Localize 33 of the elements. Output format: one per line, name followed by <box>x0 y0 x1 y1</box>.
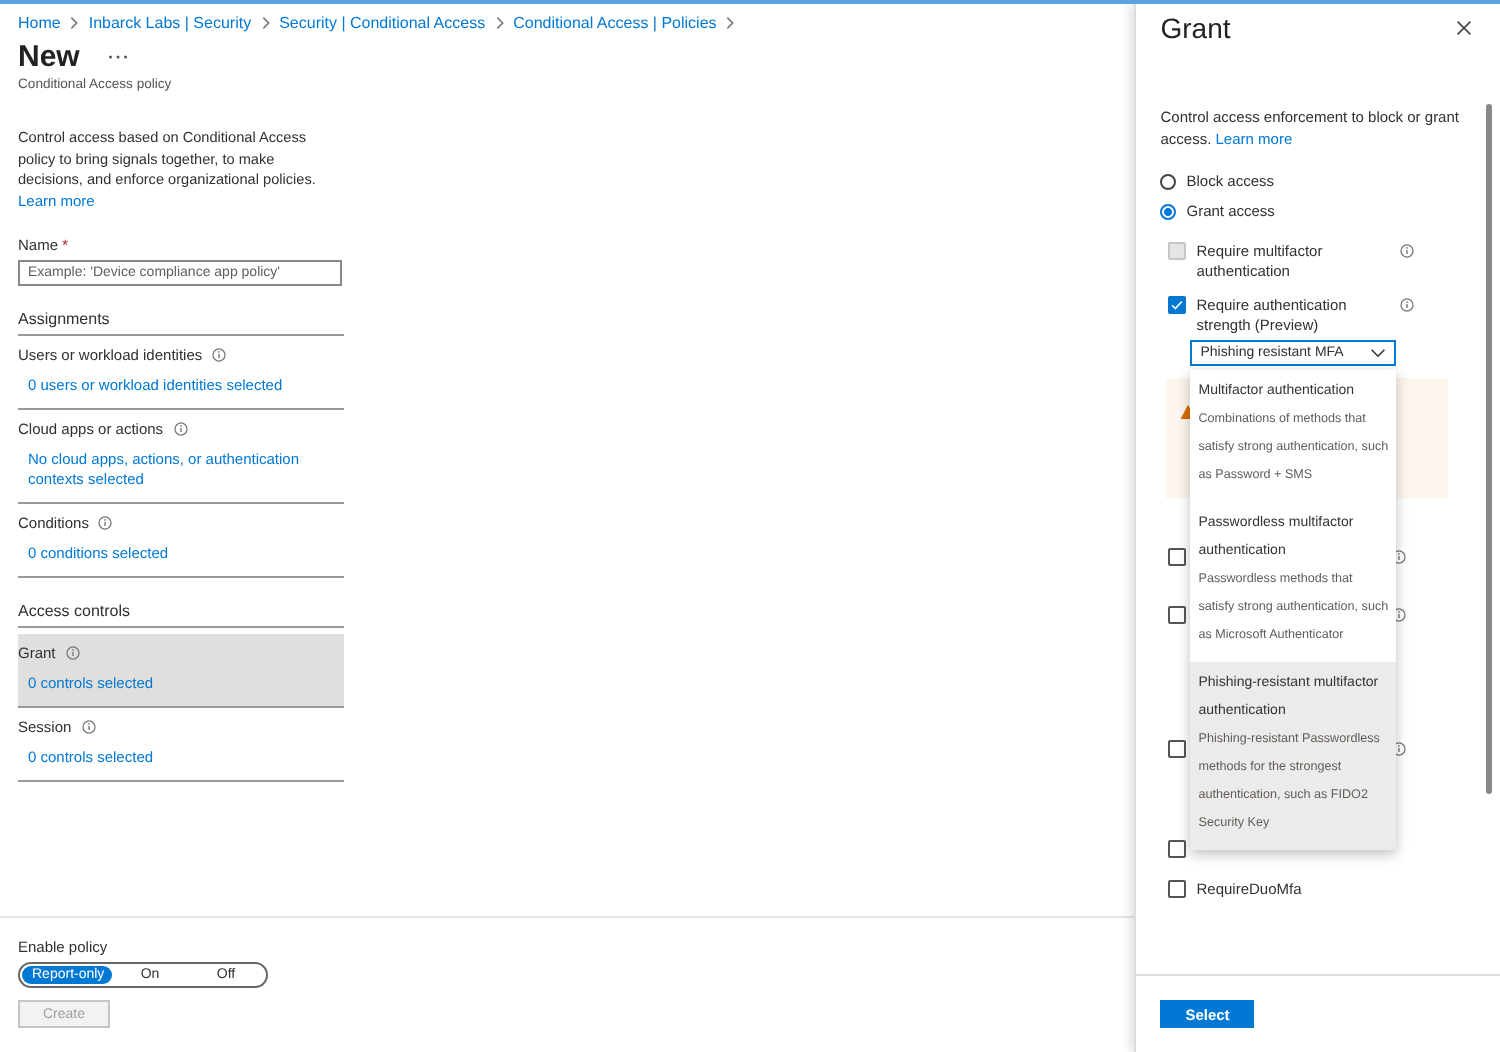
checkbox[interactable] <box>1168 740 1187 758</box>
checkbox[interactable] <box>1168 296 1187 314</box>
info-icon <box>1400 298 1415 312</box>
breadcrumb-link[interactable]: Conditional Access | Policies <box>513 14 717 32</box>
breadcrumb-link[interactable]: Inbarck Labs | Security <box>88 14 252 32</box>
chevron-icon <box>261 16 270 30</box>
panel-title: Grant <box>1160 12 1231 44</box>
caret-icon <box>1370 348 1387 358</box>
breadcrumb-link[interactable]: Home <box>18 14 61 32</box>
checkbox[interactable] <box>1168 606 1187 624</box>
chevron-icon <box>495 16 504 30</box>
section-heading: Assignments <box>18 310 344 336</box>
info-icon <box>1392 550 1407 564</box>
close-icon[interactable] <box>1456 20 1472 36</box>
chevron-icon <box>70 16 79 30</box>
breadcrumb-link[interactable]: Security | Conditional Access <box>279 14 486 32</box>
info-icon <box>1400 244 1415 258</box>
checkbox[interactable] <box>1168 548 1187 566</box>
info-icon <box>1392 742 1407 756</box>
radio-button[interactable] <box>1160 173 1177 189</box>
info-icon <box>65 646 80 660</box>
radio-button[interactable] <box>1160 203 1177 219</box>
section-heading: Access controls <box>18 602 344 628</box>
page-title: New <box>18 40 80 74</box>
checkbox[interactable] <box>1168 840 1187 858</box>
info-icon <box>81 720 96 734</box>
checkbox[interactable] <box>1168 880 1187 898</box>
chevron-icon <box>726 16 735 30</box>
more-icon[interactable] <box>107 54 128 60</box>
info-icon <box>98 516 113 530</box>
info-icon <box>212 348 227 362</box>
info-icon <box>173 422 188 436</box>
info-icon <box>1392 608 1407 622</box>
